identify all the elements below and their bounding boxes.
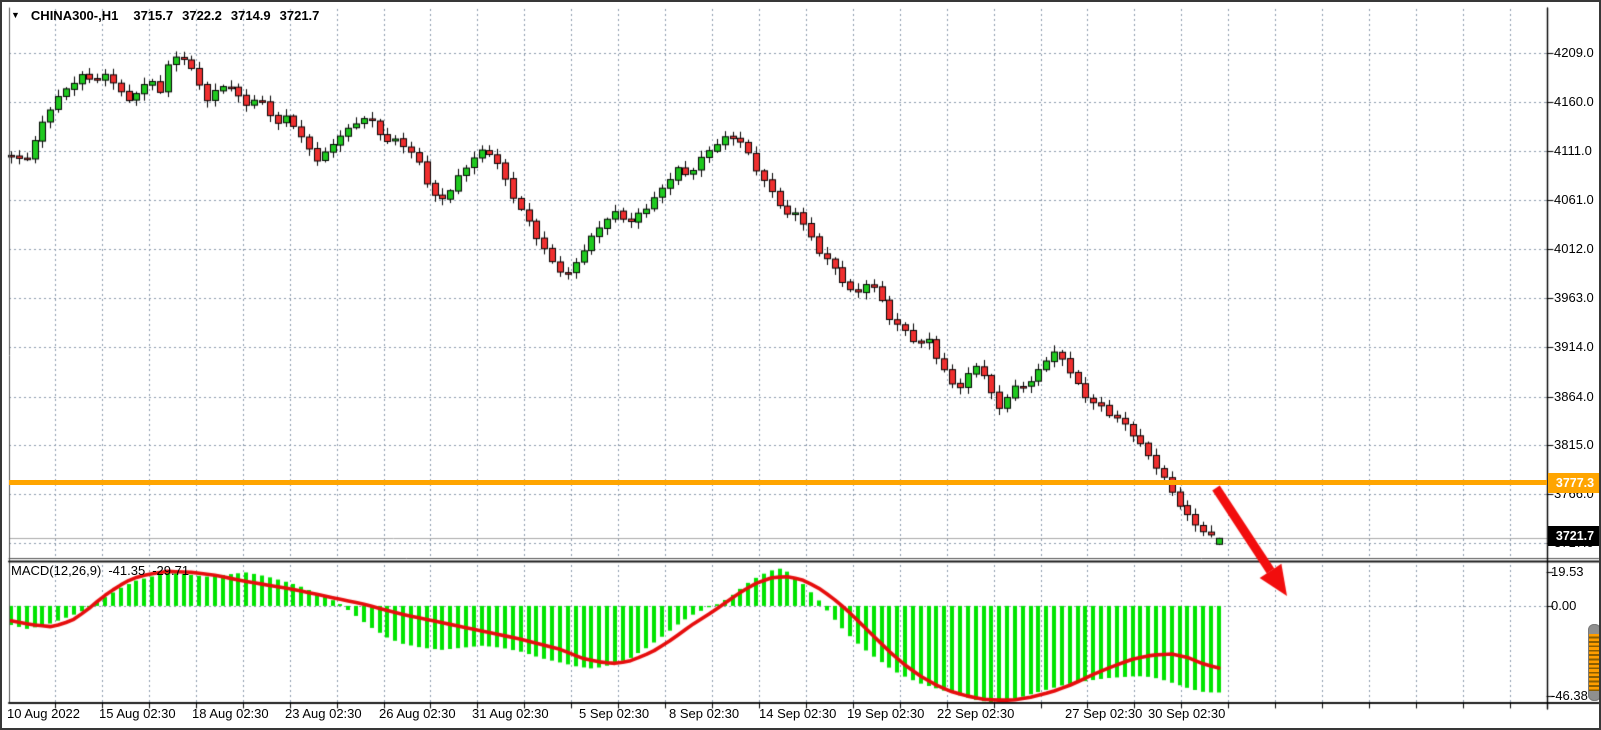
- time-axis-label: 23 Aug 02:30: [285, 706, 362, 721]
- symbol-timeframe-label: CHINA300-,H1: [31, 8, 118, 23]
- price-axis-label: 3963.0: [1554, 290, 1594, 305]
- candlestick-chart-canvas[interactable]: [2, 2, 1601, 730]
- trend-arrow-annotation[interactable]: [1208, 482, 1301, 606]
- scrollbar-grip-stripes: [1589, 634, 1600, 691]
- last-price-badge: 3721.7: [1548, 526, 1601, 546]
- symbol-dropdown-icon[interactable]: ▼: [11, 9, 20, 22]
- time-axis-label: 8 Sep 02:30: [669, 706, 739, 721]
- time-axis-label: 31 Aug 02:30: [472, 706, 549, 721]
- time-axis-label: 18 Aug 02:30: [192, 706, 269, 721]
- time-axis-label: 15 Aug 02:30: [99, 706, 176, 721]
- time-axis-label: 27 Sep 02:30: [1065, 706, 1142, 721]
- macd-axis-label: 19.53: [1551, 564, 1584, 579]
- time-axis-label: 30 Sep 02:30: [1148, 706, 1225, 721]
- time-axis-label: 10 Aug 2022: [7, 706, 80, 721]
- macd-axis-label: -46.38: [1551, 688, 1588, 703]
- price-axis-label: 4012.0: [1554, 241, 1594, 256]
- macd-signal-value: -29.71: [152, 563, 189, 578]
- time-axis-label: 14 Sep 02:30: [759, 706, 836, 721]
- macd-name: MACD(12,26,9): [11, 563, 101, 578]
- scrollbar-thumb[interactable]: [1588, 624, 1601, 701]
- time-axis-label: 19 Sep 02:30: [847, 706, 924, 721]
- horizontal-line-annotation[interactable]: [9, 480, 1547, 485]
- ohlc-close: 3721.7: [280, 8, 320, 23]
- ohlc-open: 3715.7: [133, 8, 173, 23]
- chart-window: ▼ CHINA300-,H1 3715.7 3722.2 3714.9 3721…: [0, 0, 1601, 730]
- price-axis-label: 4061.0: [1554, 192, 1594, 207]
- price-axis-label: 4111.0: [1554, 143, 1592, 158]
- time-axis-label: 26 Aug 02:30: [379, 706, 456, 721]
- ohlc-high: 3722.2: [182, 8, 222, 23]
- price-axis-label: 4209.0: [1554, 45, 1594, 60]
- chart-legend: ▼ CHINA300-,H1 3715.7 3722.2 3714.9 3721…: [11, 8, 319, 23]
- price-axis-label: 3815.0: [1554, 437, 1594, 452]
- ohlc-low: 3714.9: [231, 8, 271, 23]
- hline-price-badge: 3777.3: [1548, 473, 1601, 493]
- price-axis-label: 4160.0: [1554, 94, 1594, 109]
- macd-axis-label: 0.00: [1551, 598, 1576, 613]
- price-axis-label: 3914.0: [1554, 339, 1594, 354]
- price-axis-label: 3864.0: [1554, 389, 1594, 404]
- macd-main-value: -41.35: [108, 563, 145, 578]
- time-axis-label: 22 Sep 02:30: [937, 706, 1014, 721]
- time-axis-label: 5 Sep 02:30: [579, 706, 649, 721]
- macd-indicator-label: MACD(12,26,9) -41.35 -29.71: [11, 563, 189, 578]
